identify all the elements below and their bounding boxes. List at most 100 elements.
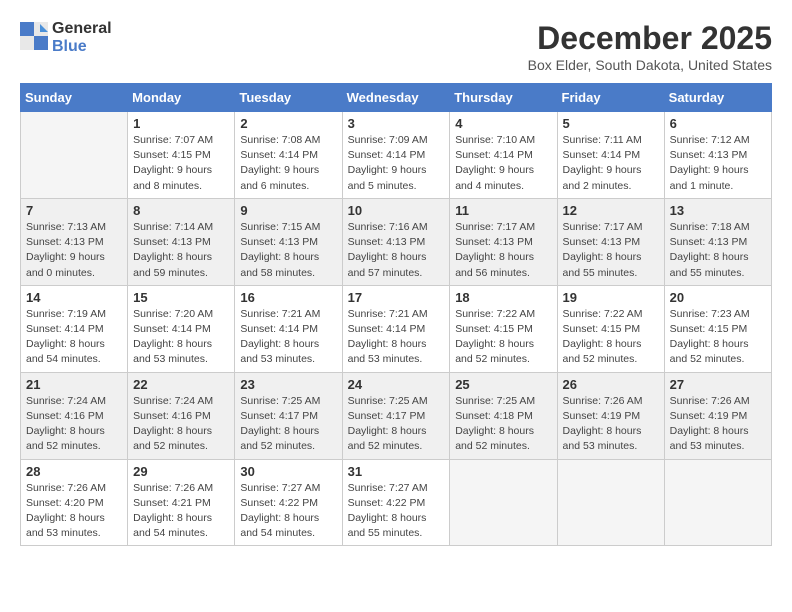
day-number: 3 xyxy=(348,116,445,131)
calendar-cell: 7 Sunrise: 7:13 AMSunset: 4:13 PMDaylight… xyxy=(21,198,128,285)
day-info: Sunrise: 7:26 AMSunset: 4:20 PMDaylight:… xyxy=(26,481,122,542)
day-number: 26 xyxy=(563,377,659,392)
day-number: 9 xyxy=(240,203,336,218)
calendar-cell: 27Sunrise: 7:26 AMSunset: 4:19 PMDayligh… xyxy=(664,372,771,459)
day-number: 19 xyxy=(563,290,659,305)
day-number: 6 xyxy=(670,116,766,131)
column-header-saturday: Saturday xyxy=(664,84,771,112)
day-number: 25 xyxy=(455,377,551,392)
day-number: 28 xyxy=(26,464,122,479)
calendar-week-row: 28 Sunrise: 7:26 AMSunset: 4:20 PMDayligh… xyxy=(21,459,772,546)
day-info: Sunrise: 7:13 AMSunset: 4:13 PMDaylight:… xyxy=(26,220,122,281)
day-number: 31 xyxy=(348,464,445,479)
calendar-table: SundayMondayTuesdayWednesdayThursdayFrid… xyxy=(20,83,772,546)
calendar-cell: 15 Sunrise: 7:20 AMSunset: 4:14 PMDayligh… xyxy=(128,285,235,372)
calendar-cell: 28 Sunrise: 7:26 AMSunset: 4:20 PMDayligh… xyxy=(21,459,128,546)
title-block: December 2025 Box Elder, South Dakota, U… xyxy=(528,20,772,73)
day-info: Sunrise: 7:18 AMSunset: 4:13 PMDaylight:… xyxy=(670,220,766,281)
calendar-cell: 20 Sunrise: 7:23 AMSunset: 4:15 PMDayligh… xyxy=(664,285,771,372)
calendar-cell: 16 Sunrise: 7:21 AMSunset: 4:14 PMDayligh… xyxy=(235,285,342,372)
day-number: 7 xyxy=(26,203,122,218)
day-number: 22 xyxy=(133,377,229,392)
day-info: Sunrise: 7:11 AMSunset: 4:14 PMDaylight:… xyxy=(563,133,659,194)
calendar-cell xyxy=(21,112,128,199)
calendar-week-row: 1 Sunrise: 7:07 AMSunset: 4:15 PMDaylight… xyxy=(21,112,772,199)
day-number: 11 xyxy=(455,203,551,218)
calendar-cell: 25 Sunrise: 7:25 AMSunset: 4:18 PMDayligh… xyxy=(450,372,557,459)
day-info: Sunrise: 7:15 AMSunset: 4:13 PMDaylight:… xyxy=(240,220,336,281)
calendar-cell: 9 Sunrise: 7:15 AMSunset: 4:13 PMDaylight… xyxy=(235,198,342,285)
day-number: 30 xyxy=(240,464,336,479)
calendar-subtitle: Box Elder, South Dakota, United States xyxy=(528,57,772,73)
day-number: 29 xyxy=(133,464,229,479)
calendar-cell: 2Sunrise: 7:08 AMSunset: 4:14 PMDaylight… xyxy=(235,112,342,199)
day-info: Sunrise: 7:25 AMSunset: 4:17 PMDaylight:… xyxy=(348,394,445,455)
calendar-cell: 29 Sunrise: 7:26 AMSunset: 4:21 PMDayligh… xyxy=(128,459,235,546)
day-info: Sunrise: 7:20 AMSunset: 4:14 PMDaylight:… xyxy=(133,307,229,368)
calendar-cell: 14 Sunrise: 7:19 AMSunset: 4:14 PMDayligh… xyxy=(21,285,128,372)
day-number: 23 xyxy=(240,377,336,392)
logo-blue: Blue xyxy=(52,38,87,55)
day-info: Sunrise: 7:26 AMSunset: 4:19 PMDaylight:… xyxy=(670,394,766,455)
day-info: Sunrise: 7:21 AMSunset: 4:14 PMDaylight:… xyxy=(348,307,445,368)
calendar-cell: 3 Sunrise: 7:09 AMSunset: 4:14 PMDaylight… xyxy=(342,112,450,199)
calendar-cell: 1 Sunrise: 7:07 AMSunset: 4:15 PMDaylight… xyxy=(128,112,235,199)
calendar-cell: 31Sunrise: 7:27 AMSunset: 4:22 PMDayligh… xyxy=(342,459,450,546)
calendar-cell: 21 Sunrise: 7:24 AMSunset: 4:16 PMDayligh… xyxy=(21,372,128,459)
calendar-cell: 4 Sunrise: 7:10 AMSunset: 4:14 PMDaylight… xyxy=(450,112,557,199)
day-info: Sunrise: 7:17 AMSunset: 4:13 PMDaylight:… xyxy=(563,220,659,281)
logo-general: General xyxy=(52,20,112,37)
page-header: General Blue December 2025 Box Elder, So… xyxy=(20,20,772,73)
column-header-wednesday: Wednesday xyxy=(342,84,450,112)
day-number: 10 xyxy=(348,203,445,218)
calendar-cell: 10Sunrise: 7:16 AMSunset: 4:13 PMDayligh… xyxy=(342,198,450,285)
day-number: 2 xyxy=(240,116,336,131)
day-info: Sunrise: 7:24 AMSunset: 4:16 PMDaylight:… xyxy=(133,394,229,455)
calendar-title: December 2025 xyxy=(528,20,772,57)
calendar-week-row: 21 Sunrise: 7:24 AMSunset: 4:16 PMDayligh… xyxy=(21,372,772,459)
day-info: Sunrise: 7:23 AMSunset: 4:15 PMDaylight:… xyxy=(670,307,766,368)
day-number: 15 xyxy=(133,290,229,305)
column-header-thursday: Thursday xyxy=(450,84,557,112)
day-number: 1 xyxy=(133,116,229,131)
day-info: Sunrise: 7:09 AMSunset: 4:14 PMDaylight:… xyxy=(348,133,445,194)
column-header-tuesday: Tuesday xyxy=(235,84,342,112)
calendar-cell: 22 Sunrise: 7:24 AMSunset: 4:16 PMDayligh… xyxy=(128,372,235,459)
day-number: 17 xyxy=(348,290,445,305)
day-number: 8 xyxy=(133,203,229,218)
day-number: 16 xyxy=(240,290,336,305)
calendar-cell: 11 Sunrise: 7:17 AMSunset: 4:13 PMDayligh… xyxy=(450,198,557,285)
day-number: 20 xyxy=(670,290,766,305)
day-info: Sunrise: 7:12 AMSunset: 4:13 PMDaylight:… xyxy=(670,133,766,194)
day-info: Sunrise: 7:21 AMSunset: 4:14 PMDaylight:… xyxy=(240,307,336,368)
calendar-cell: 26Sunrise: 7:26 AMSunset: 4:19 PMDayligh… xyxy=(557,372,664,459)
day-info: Sunrise: 7:19 AMSunset: 4:14 PMDaylight:… xyxy=(26,307,122,368)
day-info: Sunrise: 7:22 AMSunset: 4:15 PMDaylight:… xyxy=(563,307,659,368)
day-info: Sunrise: 7:10 AMSunset: 4:14 PMDaylight:… xyxy=(455,133,551,194)
column-header-sunday: Sunday xyxy=(21,84,128,112)
day-number: 12 xyxy=(563,203,659,218)
day-number: 14 xyxy=(26,290,122,305)
column-header-friday: Friday xyxy=(557,84,664,112)
calendar-cell: 13Sunrise: 7:18 AMSunset: 4:13 PMDayligh… xyxy=(664,198,771,285)
day-number: 5 xyxy=(563,116,659,131)
calendar-cell: 19 Sunrise: 7:22 AMSunset: 4:15 PMDayligh… xyxy=(557,285,664,372)
calendar-cell: 8 Sunrise: 7:14 AMSunset: 4:13 PMDaylight… xyxy=(128,198,235,285)
calendar-cell xyxy=(450,459,557,546)
day-info: Sunrise: 7:22 AMSunset: 4:15 PMDaylight:… xyxy=(455,307,551,368)
day-info: Sunrise: 7:25 AMSunset: 4:18 PMDaylight:… xyxy=(455,394,551,455)
day-info: Sunrise: 7:24 AMSunset: 4:16 PMDaylight:… xyxy=(26,394,122,455)
calendar-cell: 18Sunrise: 7:22 AMSunset: 4:15 PMDayligh… xyxy=(450,285,557,372)
day-number: 4 xyxy=(455,116,551,131)
calendar-week-row: 7 Sunrise: 7:13 AMSunset: 4:13 PMDaylight… xyxy=(21,198,772,285)
column-header-monday: Monday xyxy=(128,84,235,112)
day-number: 21 xyxy=(26,377,122,392)
calendar-cell xyxy=(664,459,771,546)
day-info: Sunrise: 7:27 AMSunset: 4:22 PMDaylight:… xyxy=(240,481,336,542)
calendar-cell: 17 Sunrise: 7:21 AMSunset: 4:14 PMDayligh… xyxy=(342,285,450,372)
day-info: Sunrise: 7:07 AMSunset: 4:15 PMDaylight:… xyxy=(133,133,229,194)
day-info: Sunrise: 7:17 AMSunset: 4:13 PMDaylight:… xyxy=(455,220,551,281)
calendar-cell: 30 Sunrise: 7:27 AMSunset: 4:22 PMDayligh… xyxy=(235,459,342,546)
day-info: Sunrise: 7:14 AMSunset: 4:13 PMDaylight:… xyxy=(133,220,229,281)
day-info: Sunrise: 7:26 AMSunset: 4:21 PMDaylight:… xyxy=(133,481,229,542)
